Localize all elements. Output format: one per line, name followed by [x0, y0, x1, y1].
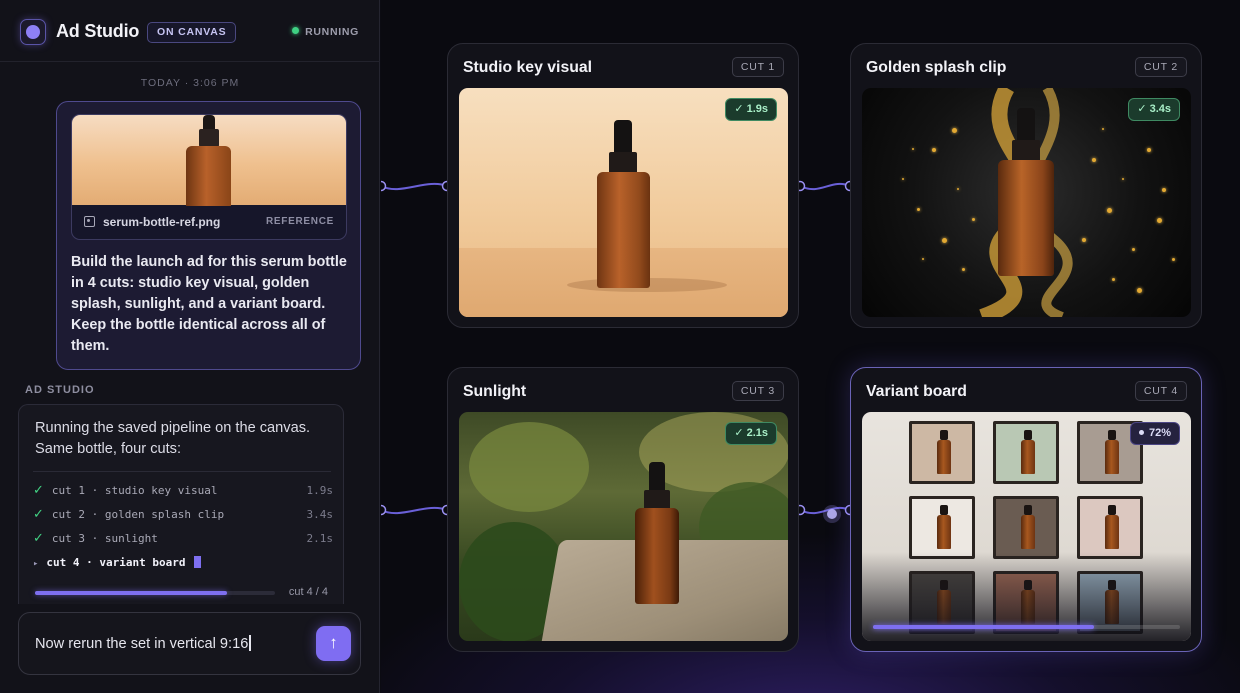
- step-item: ✓ cut 2 · golden splash clip 3.4s: [33, 507, 333, 525]
- completion-badge: ✓ 1.9s: [725, 98, 777, 121]
- panel-header: Ad Studio ON CANVAS RUNNING: [0, 0, 380, 62]
- attachment-filename: serum-bottle-ref.png: [84, 215, 220, 229]
- step-item: ✓ cut 3 · sunlight 2.1s: [33, 531, 333, 549]
- step-time: 1.9s: [306, 484, 334, 497]
- chat-input[interactable]: Now rerun the set in vertical 9:16 ↑: [18, 612, 361, 675]
- user-message: serum-bottle-ref.png REFERENCE Build the…: [56, 101, 361, 370]
- check-icon: ✓: [33, 507, 44, 522]
- completion-badge: ✓ 3.4s: [1128, 98, 1180, 121]
- variant-frame: [1077, 496, 1143, 559]
- cut-label: CUT 4: [1134, 381, 1187, 401]
- variant-frame: [993, 496, 1059, 559]
- cursor-block-icon: [193, 556, 201, 568]
- arrow-right-icon: ▸: [33, 559, 39, 569]
- chat-panel: Ad Studio ON CANVAS RUNNING TODAY · 3:06…: [0, 0, 380, 693]
- assistant-message: Running the saved pipeline on the canvas…: [18, 404, 344, 604]
- current-step-label: cut 4 · variant board: [46, 556, 186, 569]
- canvas-badge: ON CANVAS: [147, 22, 237, 43]
- assistant-label: AD STUDIO: [25, 384, 95, 396]
- variant-frame: [909, 421, 975, 484]
- canvas[interactable]: Studio key visual CUT 1 ✓ 1.9s Golden sp…: [381, 0, 1240, 693]
- cut-label: CUT 3: [731, 381, 784, 401]
- wire: [799, 182, 851, 191]
- app-logo-icon: [20, 19, 46, 45]
- sunlight-image[interactable]: ✓ 2.1s: [459, 412, 788, 641]
- step-label: cut 3 · sunlight: [51, 532, 158, 545]
- reference-attachment[interactable]: serum-bottle-ref.png REFERENCE: [71, 114, 347, 240]
- reference-thumbnail: [72, 115, 346, 206]
- wire: [381, 506, 448, 515]
- step-time: 3.4s: [306, 508, 334, 521]
- cut-card-4[interactable]: Variant board CUT 4 72%: [850, 367, 1202, 652]
- card-title: Golden splash clip: [866, 59, 1007, 76]
- connector-port: [381, 180, 387, 192]
- attachment-tag: REFERENCE: [266, 216, 334, 227]
- variant-board-image[interactable]: 72%: [862, 412, 1191, 641]
- card-title: Sunlight: [463, 383, 527, 400]
- studio-key-visual-image[interactable]: ✓ 1.9s: [459, 88, 788, 317]
- card-title: Studio key visual: [463, 59, 593, 76]
- step-label: cut 2 · golden splash clip: [51, 508, 225, 521]
- cut-card-2[interactable]: Golden splash clip CUT 2 ✓ 3.4s: [850, 43, 1202, 328]
- variant-frame: [909, 496, 975, 559]
- assistant-message-text: Running the saved pipeline on the canvas…: [35, 420, 311, 457]
- chat-input-text[interactable]: Now rerun the set in vertical 9:16: [35, 635, 251, 652]
- cut-card-3[interactable]: Sunlight CUT 3 ✓ 2.1s: [447, 367, 799, 652]
- user-message-text: Build the launch ad for this serum bottl…: [71, 254, 347, 354]
- cut-label: CUT 2: [1134, 57, 1187, 77]
- check-icon: ✓: [33, 483, 44, 498]
- completion-badge: ✓ 2.1s: [725, 422, 777, 445]
- connector-port: [381, 504, 387, 516]
- cut-label: CUT 1: [731, 57, 784, 77]
- check-icon: ✓: [33, 531, 44, 546]
- card-title: Variant board: [866, 383, 967, 400]
- wire: [381, 182, 448, 191]
- progress-dot-icon: [1138, 430, 1144, 435]
- step-item: ✓ cut 1 · studio key visual 1.9s: [33, 483, 333, 501]
- pipeline-progress-bar: [35, 591, 275, 595]
- step-label: cut 1 · studio key visual: [51, 484, 218, 497]
- status-dot-icon: [292, 27, 300, 34]
- arrow-up-icon: ↑: [329, 633, 338, 652]
- cut-card-1[interactable]: Studio key visual CUT 1 ✓ 1.9s: [447, 43, 799, 328]
- running-status: RUNNING: [292, 26, 359, 38]
- progress-badge: 72%: [1129, 422, 1180, 445]
- progress-label: cut 4 / 4: [288, 586, 328, 598]
- image-file-icon: [84, 216, 95, 227]
- render-progress-bar: [873, 625, 1180, 629]
- divider: [33, 471, 331, 472]
- golden-splash-image[interactable]: ✓ 3.4s: [862, 88, 1191, 317]
- variant-frame: [993, 421, 1059, 484]
- app-title: Ad Studio: [56, 21, 140, 41]
- message-timestamp: TODAY · 3:06 PM: [140, 77, 240, 89]
- status-label: RUNNING: [305, 26, 359, 38]
- send-button[interactable]: ↑: [316, 626, 351, 661]
- attachment-filename-text: serum-bottle-ref.png: [103, 215, 221, 229]
- step-time: 2.1s: [306, 532, 334, 545]
- progress-badge-text: 72%: [1148, 427, 1171, 439]
- current-step: ▸ cut 4 · variant board: [33, 556, 333, 574]
